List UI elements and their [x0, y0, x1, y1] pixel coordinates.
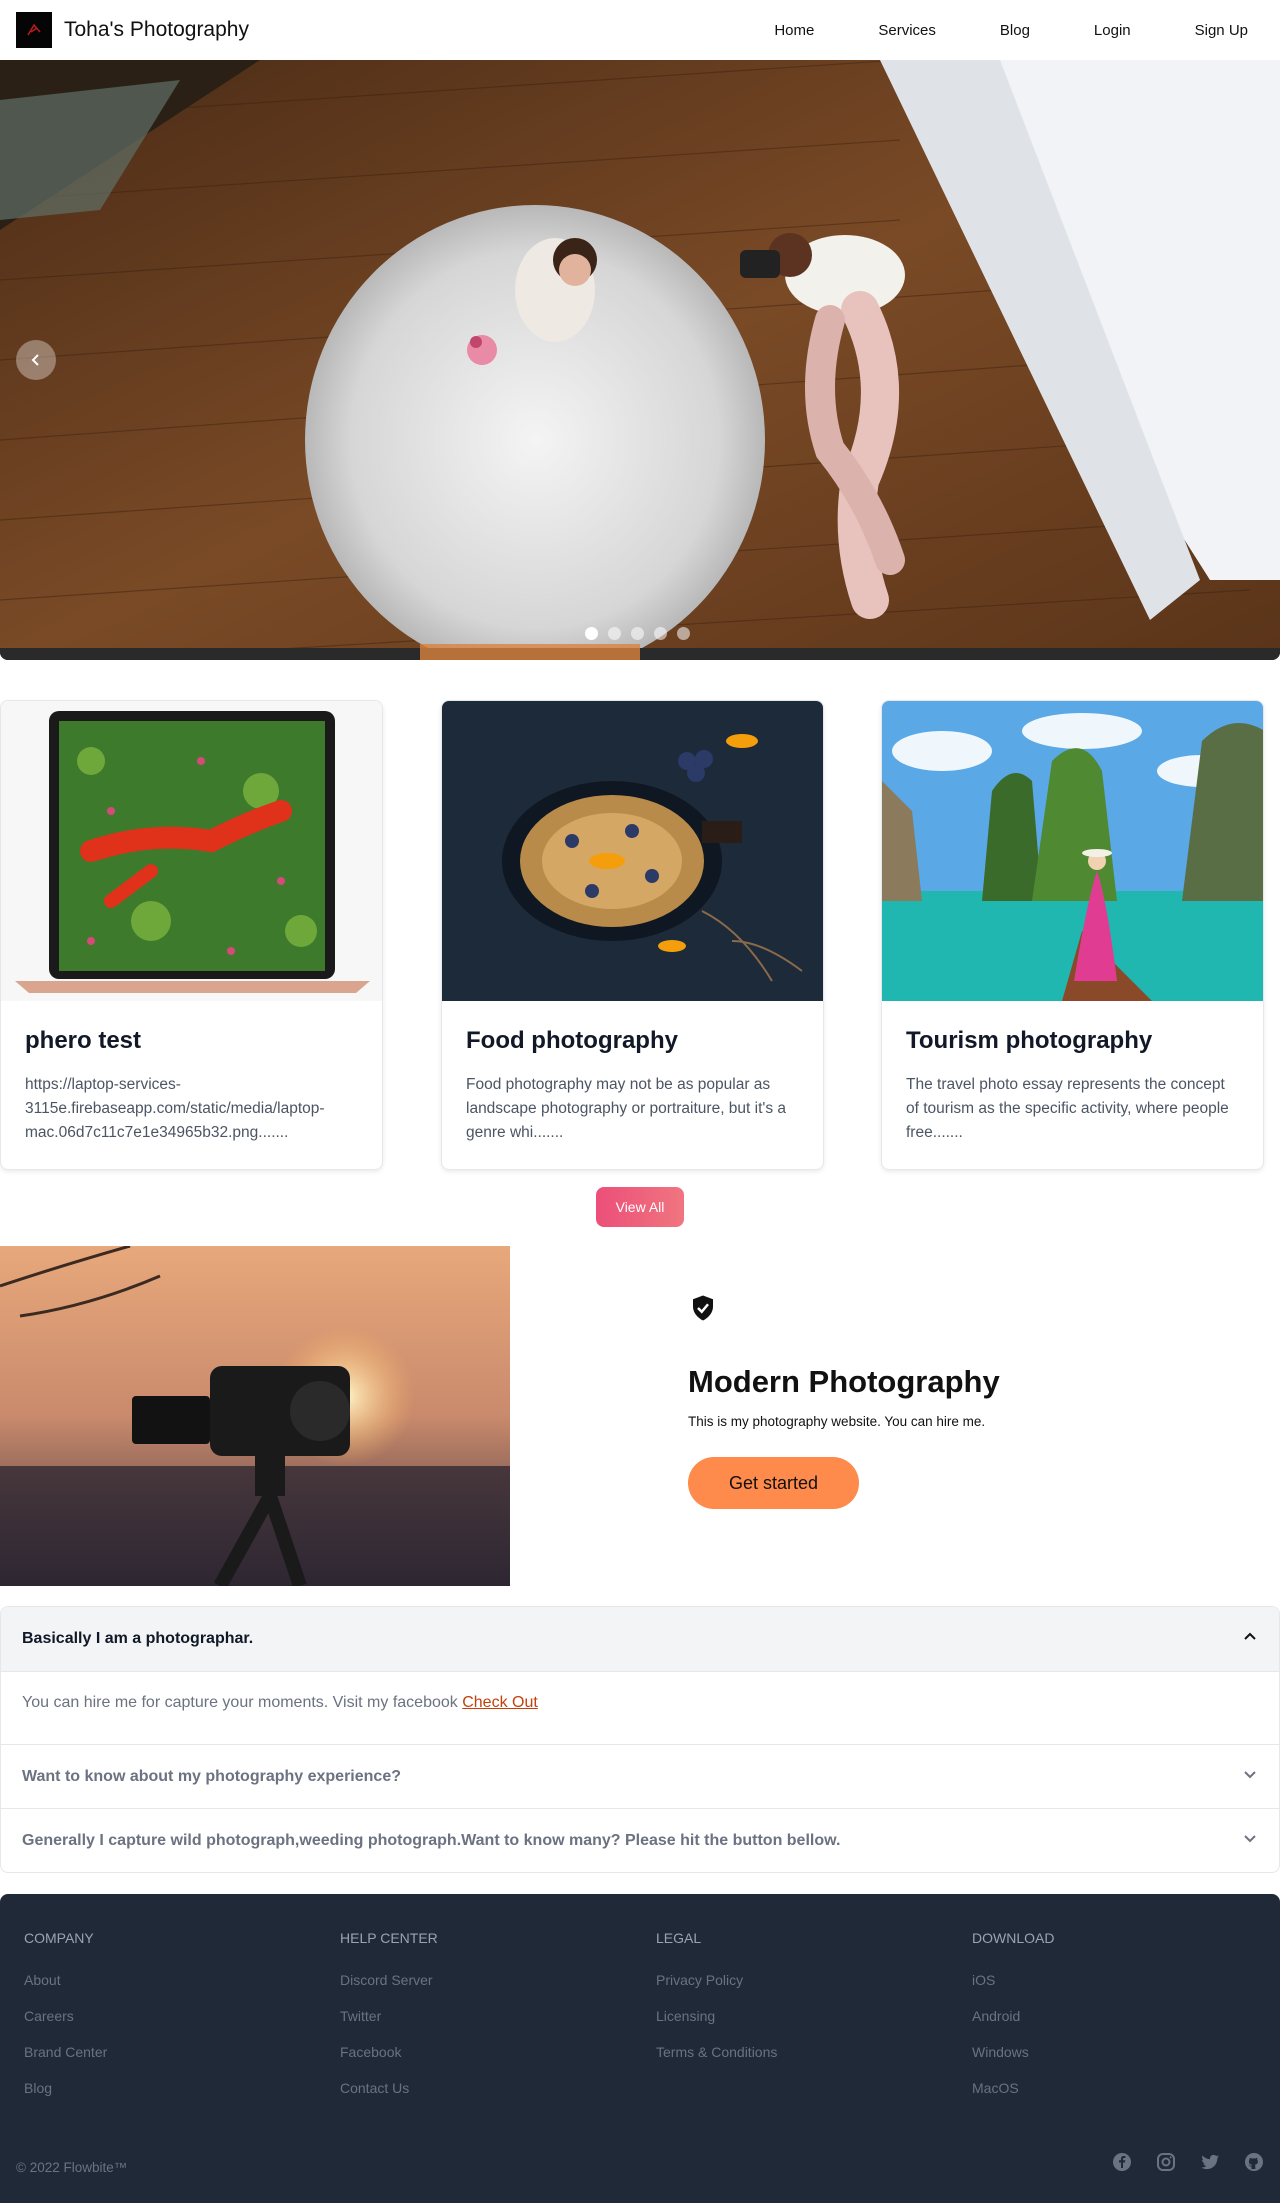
footer-column-legal: Legal Privacy Policy Licensing Terms & C… — [656, 1930, 777, 2080]
footer-column-company: Company About Careers Brand Center Blog — [24, 1930, 107, 2116]
footer-link-android[interactable]: Android — [972, 2008, 1054, 2024]
instagram-icon[interactable] — [1156, 2152, 1176, 2172]
feature-title: Modern Photography — [688, 1364, 1000, 1399]
feature-subtitle: This is my photography website. You can … — [688, 1414, 986, 1429]
footer-column-download: Download iOS Android Windows MacOS — [972, 1930, 1054, 2116]
footer-link-facebook[interactable]: Facebook — [340, 2044, 438, 2060]
github-icon[interactable] — [1244, 2152, 1264, 2172]
brand-name[interactable]: Toha's Photography — [64, 18, 249, 42]
brand-logo[interactable] — [16, 12, 52, 48]
copyright-text: © 2022 Flowbite™ — [16, 2160, 128, 2175]
navbar: Toha's Photography Home Services Blog Lo… — [0, 0, 1280, 60]
card-description: The travel photo essay represents the co… — [906, 1076, 1229, 1141]
accordion-title: Basically I am a photographar. — [22, 1630, 254, 1647]
footer-link-contact[interactable]: Contact Us — [340, 2080, 438, 2096]
accordion-title: Generally I capture wild photograph,weed… — [22, 1831, 841, 1849]
chevron-up-icon — [1242, 1629, 1258, 1650]
card-description: Food photography may not be as popular a… — [466, 1076, 787, 1141]
footer-link-discord[interactable]: Discord Server — [340, 1972, 438, 1988]
nav-login[interactable]: Login — [1062, 22, 1163, 39]
card-description: https://laptop-services-3115e.firebaseap… — [25, 1076, 325, 1141]
footer-link-terms[interactable]: Terms & Conditions — [656, 2044, 777, 2060]
carousel-prev-button[interactable] — [16, 340, 56, 380]
card-title: phero test — [25, 1027, 142, 1054]
service-card[interactable]: phero test https://laptop-services-3115e… — [0, 700, 383, 1170]
view-all-button[interactable]: View All — [596, 1187, 684, 1227]
accordion-body-text: You can hire me for capture your moments… — [22, 1694, 463, 1711]
accordion-body-1: You can hire me for capture your moments… — [1, 1671, 1279, 1744]
chevron-left-icon — [29, 353, 43, 367]
card-image-tourism — [882, 701, 1263, 1001]
footer-link-ios[interactable]: iOS — [972, 1972, 1054, 1988]
footer-link-brand-center[interactable]: Brand Center — [24, 2044, 107, 2060]
footer-link-twitter[interactable]: Twitter — [340, 2008, 438, 2024]
shield-check-icon — [688, 1295, 718, 1327]
nav-home[interactable]: Home — [742, 22, 846, 39]
carousel-dot-2[interactable] — [608, 627, 621, 640]
card-image-food — [442, 701, 823, 1001]
carousel-indicators — [585, 627, 690, 640]
services-section: phero test https://laptop-services-3115e… — [0, 700, 1280, 1170]
carousel-dot-4[interactable] — [654, 627, 667, 640]
nav-signup[interactable]: Sign Up — [1163, 22, 1280, 39]
footer-link-about[interactable]: About — [24, 1972, 107, 1988]
faq-accordion: Basically I am a photographar. You can h… — [0, 1606, 1280, 1873]
accordion-title: Want to know about my photography experi… — [22, 1767, 401, 1785]
service-card[interactable]: Tourism photography The travel photo ess… — [881, 700, 1264, 1170]
feature-image-camera — [0, 1246, 510, 1586]
footer: Company About Careers Brand Center Blog … — [0, 1894, 1280, 2203]
footer-link-privacy[interactable]: Privacy Policy — [656, 1972, 777, 1988]
card-image-laptop — [1, 701, 382, 1001]
footer-link-windows[interactable]: Windows — [972, 2044, 1054, 2060]
facebook-icon[interactable] — [1112, 2152, 1132, 2172]
facebook-check-out-link[interactable]: Check Out — [462, 1694, 538, 1711]
accordion-header-2[interactable]: Want to know about my photography experi… — [1, 1744, 1279, 1808]
footer-heading: Legal — [656, 1930, 702, 1946]
footer-link-licensing[interactable]: Licensing — [656, 2008, 777, 2024]
footer-heading: Company — [24, 1930, 94, 1946]
card-title: Food photography — [466, 1027, 678, 1054]
nav-services[interactable]: Services — [846, 22, 968, 39]
nav-menu: Home Services Blog Login Sign Up — [742, 0, 1280, 60]
get-started-button[interactable]: Get started — [688, 1457, 859, 1509]
chevron-down-icon — [1242, 1830, 1258, 1851]
carousel-dot-5[interactable] — [677, 627, 690, 640]
footer-link-careers[interactable]: Careers — [24, 2008, 107, 2024]
hero-carousel — [0, 60, 1280, 660]
chevron-down-icon — [1242, 1766, 1258, 1787]
footer-link-macos[interactable]: MacOS — [972, 2080, 1054, 2096]
carousel-dot-3[interactable] — [631, 627, 644, 640]
hero-slide-image — [0, 60, 1280, 660]
footer-heading: Help center — [340, 1930, 438, 1946]
feature-section: Modern Photography This is my photograph… — [688, 1293, 1108, 1509]
social-links — [1112, 2152, 1264, 2172]
nav-blog[interactable]: Blog — [968, 22, 1062, 39]
footer-column-help-center: Help center Discord Server Twitter Faceb… — [340, 1930, 438, 2116]
footer-link-blog[interactable]: Blog — [24, 2080, 107, 2096]
card-title: Tourism photography — [906, 1027, 1153, 1054]
accordion-header-3[interactable]: Generally I capture wild photograph,weed… — [1, 1808, 1279, 1872]
footer-heading: Download — [972, 1930, 1055, 1946]
accordion-header-1[interactable]: Basically I am a photographar. — [1, 1607, 1279, 1671]
service-card[interactable]: Food photography Food photography may no… — [441, 700, 824, 1170]
carousel-dot-1[interactable] — [585, 627, 598, 640]
twitter-icon[interactable] — [1200, 2152, 1220, 2172]
